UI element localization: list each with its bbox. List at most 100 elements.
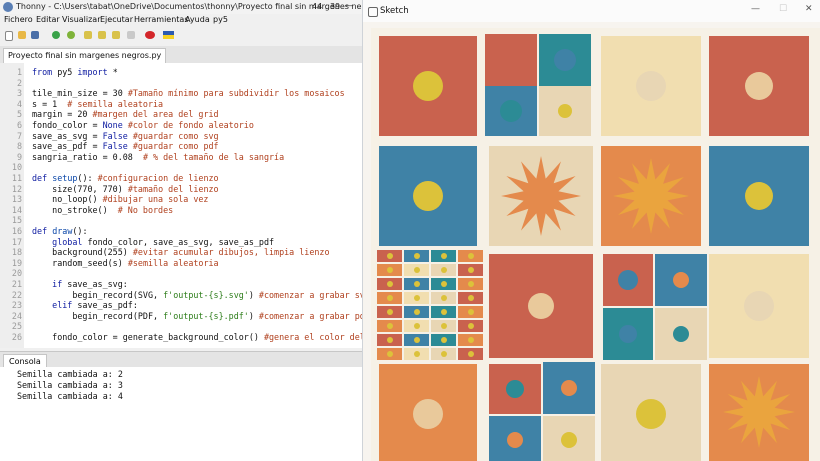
menu-ejecutar[interactable]: Ejecutar [100, 15, 133, 24]
console-line: Semilla cambiada a: 4 [17, 391, 123, 401]
circle-mark [386, 337, 393, 343]
mini-tile [431, 264, 456, 276]
mosaic-tile [379, 146, 477, 246]
circle-mark [413, 281, 420, 287]
menu-fichero[interactable]: Fichero [4, 15, 33, 24]
mini-tile [377, 348, 402, 360]
circle-mark [413, 267, 420, 273]
menu-ayuda[interactable]: Ayuda [185, 15, 210, 24]
sketch-title-bar: Sketch — ☐ ✕ [363, 0, 820, 22]
star-mark [723, 376, 795, 448]
mini-tile [404, 334, 429, 346]
code-editor[interactable]: 1 from py5 import * 2 3 tile_min_size = 30 #… [0, 63, 362, 348]
mosaic-tile [655, 254, 707, 306]
new-file-icon[interactable] [5, 31, 13, 41]
minimize-button[interactable]: — [345, 1, 353, 10]
circle-mark [440, 337, 447, 343]
sketch-canvas[interactable] [371, 28, 820, 461]
tab-proyecto-final[interactable]: Proyecto final sin margenes negros.py [3, 48, 167, 63]
circle-mark [386, 309, 393, 315]
mini-tile [377, 306, 402, 318]
close-button[interactable]: ✕ [805, 4, 813, 14]
maximize-button[interactable]: ☐ [779, 4, 787, 14]
tab-consola[interactable]: Consola [3, 354, 47, 368]
toolbar [0, 27, 362, 43]
shell-console[interactable]: Semilla cambiada a: 2 Semilla cambiada a… [0, 367, 362, 461]
step-into-icon[interactable] [98, 31, 106, 39]
minimize-button[interactable]: — [751, 4, 760, 14]
circle-mark [467, 267, 474, 273]
circle-mark [745, 182, 773, 210]
menu-visualizar[interactable]: Visualizar [62, 15, 101, 24]
circle-mark [413, 253, 420, 259]
run-icon[interactable] [52, 31, 60, 39]
sketch-title: Sketch [380, 6, 409, 16]
console-line: Semilla cambiada a: 3 [17, 380, 123, 390]
circle-mark [506, 380, 524, 398]
cursor-position: 44 : 39 [312, 2, 341, 11]
circle-mark [440, 351, 447, 357]
circle-mark [413, 309, 420, 315]
menu-bar: Fichero Editar Visualizar Ejecutar Herra… [0, 14, 362, 26]
circle-mark [561, 432, 577, 448]
mosaic-tile [603, 254, 653, 306]
circle-mark [467, 323, 474, 329]
mosaic-tile [379, 364, 477, 461]
mini-tile [404, 250, 429, 262]
mini-tile [431, 292, 456, 304]
mini-tile [377, 250, 402, 262]
open-folder-icon[interactable] [18, 31, 26, 39]
circle-mark [440, 295, 447, 301]
mini-tile [404, 292, 429, 304]
mosaic-tile [709, 36, 809, 136]
mini-tile [431, 250, 456, 262]
stop-icon[interactable] [145, 31, 155, 39]
circle-mark [413, 323, 420, 329]
circle-mark [413, 337, 420, 343]
circle-mark [386, 253, 393, 259]
window-title: Thonny - C:\Users\tabat\OneDrive\Documen… [16, 2, 362, 11]
sketch-app-icon [368, 7, 378, 17]
mini-tile [404, 348, 429, 360]
mini-tile [377, 264, 402, 276]
circle-mark [440, 309, 447, 315]
circle-mark [467, 253, 474, 259]
console-line: Semilla cambiada a: 2 [17, 369, 123, 379]
save-icon[interactable] [31, 31, 39, 39]
mosaic-tile [489, 254, 593, 358]
mini-tile [458, 348, 483, 360]
step-over-icon[interactable] [84, 31, 92, 39]
circle-mark [528, 293, 554, 319]
circle-mark [467, 309, 474, 315]
menu-py5[interactable]: py5 [213, 15, 228, 24]
circle-mark [467, 281, 474, 287]
resume-icon[interactable] [127, 31, 135, 39]
mini-tile [458, 278, 483, 290]
console-tab-bar: Consola [0, 351, 362, 368]
circle-mark [467, 295, 474, 301]
mosaic-tile [539, 34, 591, 86]
step-out-icon[interactable] [112, 31, 120, 39]
menu-editar[interactable]: Editar [36, 15, 60, 24]
thonny-title-bar: Thonny - C:\Users\tabat\OneDrive\Documen… [0, 0, 362, 14]
circle-mark [467, 337, 474, 343]
debug-icon[interactable] [67, 31, 75, 39]
circle-mark [554, 49, 576, 71]
circle-mark [636, 399, 666, 429]
thonny-logo-icon [3, 2, 13, 12]
mini-tile [458, 264, 483, 276]
mini-tile [377, 320, 402, 332]
circle-mark [619, 325, 637, 343]
ukraine-flag-icon[interactable] [163, 31, 174, 39]
circle-mark [413, 295, 420, 301]
menu-herramientas[interactable]: Herramientas [134, 15, 189, 24]
thonny-window: Thonny - C:\Users\tabat\OneDrive\Documen… [0, 0, 362, 461]
circle-mark [636, 71, 666, 101]
circle-mark [440, 253, 447, 259]
mosaic-tile [601, 36, 701, 136]
circle-mark [440, 323, 447, 329]
mosaic-tile [601, 364, 701, 461]
mosaic-tile [709, 146, 809, 246]
circle-mark [440, 267, 447, 273]
circle-mark [558, 104, 572, 118]
